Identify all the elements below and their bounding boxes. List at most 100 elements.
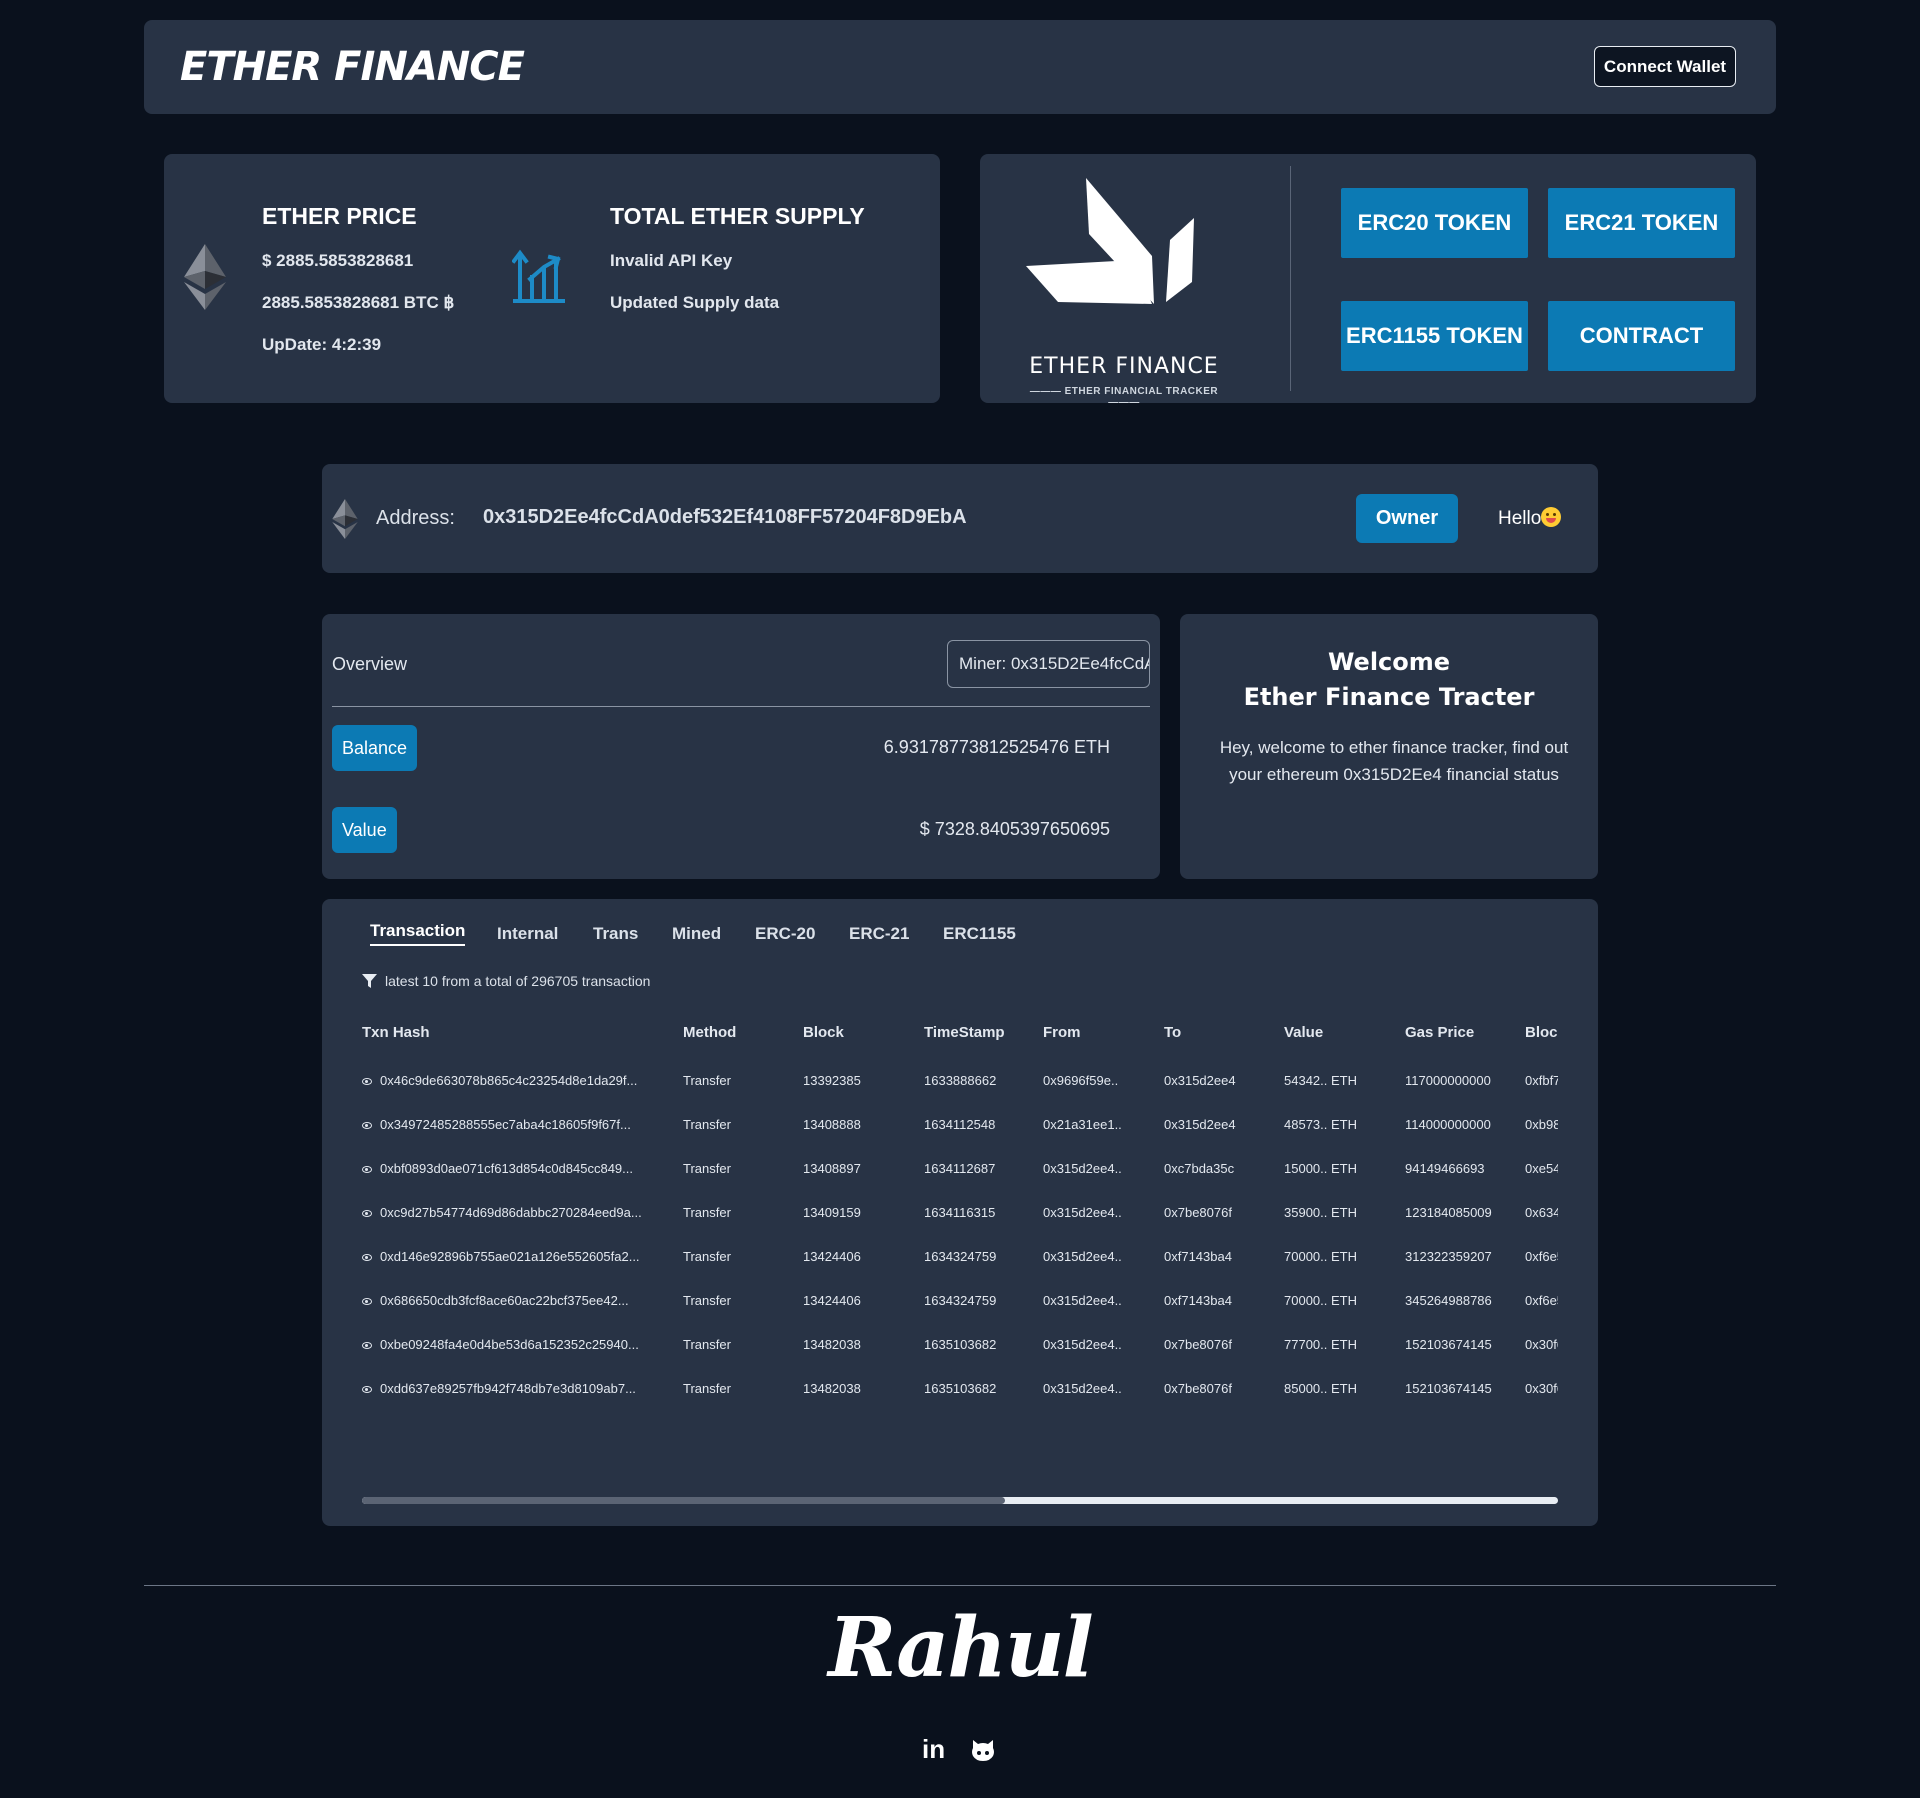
erc20-token-button[interactable]: ERC20 TOKEN [1341,188,1528,258]
cell-text: 0x30f6... [1525,1381,1558,1396]
cell-text: 0x315d2ee4 [1164,1073,1236,1088]
cell-block-hash: 0xf6e5... [1525,1293,1558,1308]
column-header-from: From [1043,1024,1081,1041]
cell-text: Transfer [683,1205,731,1220]
eye-icon[interactable] [362,1254,372,1261]
cell-text: 0x21a31ee1.. [1043,1117,1122,1132]
cell-from: 0x315d2ee4.. [1043,1381,1122,1396]
table-row[interactable]: 0xdd637e89257fb942f748db7e3d8109ab7... Tr… [362,1381,1558,1401]
cell-value: 77700.. ETH [1284,1337,1357,1352]
cell-text: 1634324759 [924,1249,997,1264]
cell-value: 54342.. ETH [1284,1073,1357,1088]
eye-icon[interactable] [362,1166,372,1173]
transactions-table: Txn Hash Method Block TimeStamp From To Value G… [362,1024,1558,1404]
cell-text: 0xfbf7... [1525,1073,1558,1088]
cell-timestamp: 1634112687 [924,1161,995,1176]
eye-icon[interactable] [362,1342,372,1349]
cell-text: 85000.. ETH [1284,1381,1357,1396]
scrollbar-thumb[interactable] [362,1497,1005,1504]
table-row[interactable]: 0xbe09248fa4e0d4be53d6a152352c25940... Tr… [362,1337,1558,1357]
tab-trans[interactable]: Trans [593,924,638,944]
table-row[interactable]: 0x34972485288555ec7aba4c18605f9f67f... Tr… [362,1117,1558,1137]
cell-text: 0xf7143ba4 [1164,1293,1232,1308]
cell-block: 13408888 [803,1117,861,1132]
cell-txn-hash[interactable]: 0x34972485288555ec7aba4c18605f9f67f... [362,1117,631,1132]
cell-method: Transfer [683,1249,731,1264]
tab-transaction[interactable]: Transaction [370,921,466,946]
cell-text: 0x315d2ee4.. [1043,1161,1122,1176]
linkedin-icon[interactable]: in [922,1734,945,1765]
cell-text: 54342.. ETH [1284,1073,1357,1088]
table-row[interactable]: 0xd146e92896b755ae021a126e552605fa2... Tr… [362,1249,1558,1269]
cell-txn-hash[interactable]: 0x686650cdb3fcf8ace60ac22bcf375ee42... [362,1293,629,1308]
cell-from: 0x315d2ee4.. [1043,1249,1122,1264]
cell-block-hash: 0x634... [1525,1205,1558,1220]
cell-text: 0x46c9de663078b865c4c23254d8e1da29f... [380,1073,638,1088]
cell-timestamp: 1634112548 [924,1117,995,1132]
balance-badge: Balance [332,725,418,771]
cell-txn-hash[interactable]: 0xd146e92896b755ae021a126e552605fa2... [362,1249,640,1264]
cell-gas-price: 117000000000 [1405,1073,1491,1088]
cell-timestamp: 1634116315 [924,1205,995,1220]
table-row[interactable]: 0x686650cdb3fcf8ace60ac22bcf375ee42... Tr… [362,1293,1558,1313]
cell-block: 13424406 [803,1293,861,1308]
tab-erc1155[interactable]: ERC1155 [943,924,1016,944]
cell-txn-hash[interactable]: 0xc9d27b54774d69d86dabbc270284eed9a... [362,1205,642,1220]
cell-text: 13392385 [803,1073,861,1088]
column-header-value: Value [1284,1024,1324,1041]
cell-value: 15000.. ETH [1284,1161,1357,1176]
eye-icon[interactable] [362,1122,372,1129]
ethereum-icon [332,499,358,539]
eye-icon[interactable] [362,1386,372,1393]
cell-to: 0xc7bda35c [1164,1161,1234,1176]
cell-to: 0x7be8076f [1164,1337,1232,1352]
table-row[interactable]: 0x46c9de663078b865c4c23254d8e1da29f... Tr… [362,1073,1558,1093]
address-label: Address: [376,507,455,529]
tab-internal[interactable]: Internal [497,924,558,944]
erc21-token-button[interactable]: ERC21 TOKEN [1548,188,1735,258]
overview-title: Overview [332,654,408,674]
cell-txn-hash[interactable]: 0xbe09248fa4e0d4be53d6a152352c25940... [362,1337,639,1352]
cell-text: 0x7be8076f [1164,1337,1232,1352]
horizontal-scrollbar[interactable] [362,1497,1558,1504]
erc1155-token-button[interactable]: ERC1155 TOKEN [1341,301,1528,371]
owner-button[interactable]: Owner [1356,494,1458,543]
tab-erc20[interactable]: ERC-20 [755,924,815,944]
github-icon[interactable] [970,1738,996,1762]
tab-erc21[interactable]: ERC-21 [849,924,909,944]
cell-block-hash: 0xb98... [1525,1117,1558,1132]
cell-timestamp: 1634324759 [924,1293,996,1308]
eye-icon[interactable] [362,1078,372,1085]
cell-text: 35900.. ETH [1284,1205,1357,1220]
eye-icon[interactable] [362,1298,372,1305]
connect-wallet-button[interactable]: Connect Wallet [1594,46,1736,87]
cell-text: 0xc7bda35c [1164,1161,1235,1176]
cell-method: Transfer [683,1205,731,1220]
cell-gas-price: 114000000000 [1405,1117,1491,1132]
cell-txn-hash[interactable]: 0xdd637e89257fb942f748db7e3d8109ab7... [362,1381,636,1396]
miner-select[interactable]: Miner: 0x315D2Ee4fcCdA0def532Ef4108FF572… [947,640,1150,688]
contract-button[interactable]: CONTRACT [1548,301,1735,371]
ether-finance-logo: ETHER FINANCE ——— ETHER FINANCIAL TRACKE… [1014,176,1234,408]
cell-text: 77700.. ETH [1284,1337,1357,1352]
tab-mined[interactable]: Mined [672,924,721,944]
logo-tagline: ——— ETHER FINANCIAL TRACKER ——— [1029,386,1219,408]
cell-text: 94149466693 [1405,1161,1485,1176]
table-row[interactable]: 0xbf0893d0ae071cf613d854c0d845cc849... Tr… [362,1161,1558,1181]
cell-to: 0xf7143ba4 [1164,1293,1232,1308]
brand-title[interactable]: ETHER FINANCE [180,44,525,90]
table-row[interactable]: 0xc9d27b54774d69d86dabbc270284eed9a... Tr… [362,1205,1558,1225]
cell-text: 48573.. ETH [1284,1117,1357,1132]
cell-method: Transfer [683,1381,731,1396]
cell-block: 13424406 [803,1249,861,1264]
cell-text: 0x315d2ee4.. [1043,1381,1122,1396]
filter-summary: latest 10 from a total of 296705 transac… [362,973,650,989]
cell-txn-hash[interactable]: 0x46c9de663078b865c4c23254d8e1da29f... [362,1073,637,1088]
trend-up-icon [512,249,565,303]
cell-txn-hash[interactable]: 0xbf0893d0ae071cf613d854c0d845cc849... [362,1161,633,1176]
eye-icon[interactable] [362,1210,372,1217]
cell-value: 70000.. ETH [1284,1293,1357,1308]
cell-text: 0x34972485288555ec7aba4c18605f9f67f... [380,1117,631,1132]
signature: Rahul [828,1600,1094,1696]
welcome-text: Hey, welcome to ether finance tracker, f… [1219,738,1569,784]
